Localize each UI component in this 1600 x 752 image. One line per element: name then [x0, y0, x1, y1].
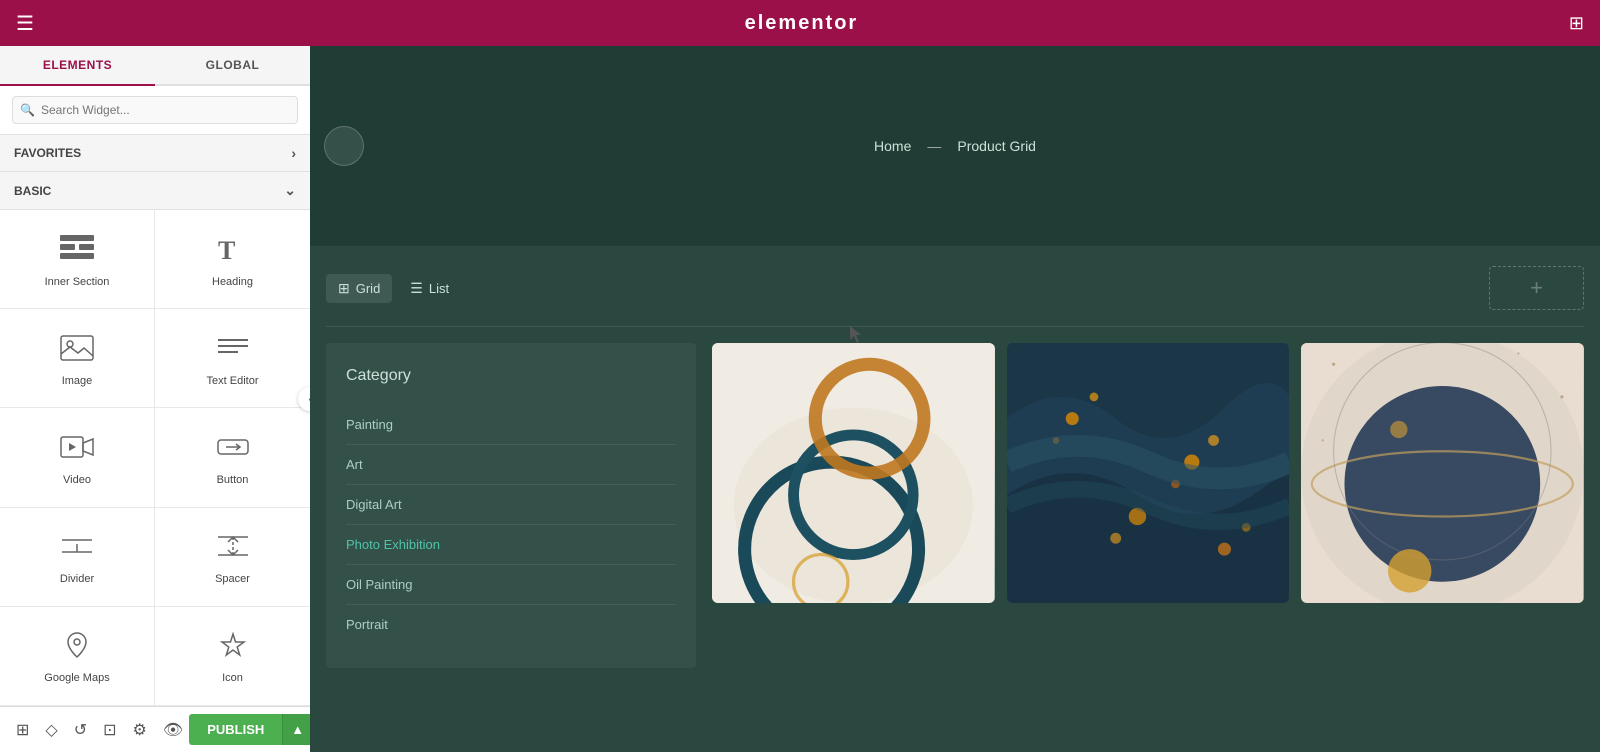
preview-icon[interactable]: 👁 — [157, 716, 189, 744]
widget-spacer-label: Spacer — [215, 573, 250, 585]
widget-image-label: Image — [62, 375, 93, 387]
svg-text:T: T — [218, 236, 235, 263]
widget-icon[interactable]: Icon — [155, 607, 310, 706]
widget-heading-label: Heading — [212, 276, 253, 288]
image-icon — [60, 334, 94, 367]
styles-icon[interactable]: ◇ — [39, 716, 63, 744]
basic-label: BASIC — [14, 184, 51, 198]
widget-google-maps-label: Google Maps — [44, 672, 109, 684]
breadcrumb-separator: — — [927, 138, 941, 154]
filter-add-icon: + — [1530, 275, 1543, 301]
category-item-oil-painting[interactable]: Oil Painting — [346, 565, 676, 605]
search-input[interactable] — [12, 96, 298, 124]
logo: elementor — [745, 12, 859, 35]
top-bar: ☰ elementor ⊞ — [0, 0, 1600, 46]
grid-view-button[interactable]: ⊞ Grid — [326, 274, 392, 303]
filter-placeholder[interactable]: + — [1489, 266, 1584, 310]
widget-google-maps[interactable]: Google Maps — [0, 607, 155, 706]
category-title: Category — [346, 367, 676, 385]
history-icon[interactable]: ↺ — [68, 716, 93, 744]
search-wrapper: 🔍 — [12, 96, 298, 124]
product-grid — [712, 343, 1584, 603]
widget-inner-section[interactable]: Inner Section — [0, 210, 155, 309]
grid-view-label: Grid — [356, 281, 381, 296]
widget-button[interactable]: Button — [155, 408, 310, 507]
view-controls: ⊞ Grid ☰ List + — [326, 266, 1584, 310]
search-icon: 🔍 — [20, 103, 35, 117]
settings-icon[interactable]: ⚙ — [127, 716, 153, 744]
favorites-label: FAVORITES — [14, 146, 81, 160]
product-card-3[interactable] — [1301, 343, 1584, 603]
text-editor-icon — [216, 334, 250, 367]
list-view-label: List — [429, 281, 449, 296]
video-icon — [60, 433, 94, 466]
sidebar-tabs: ELEMENTS GLOBAL — [0, 46, 310, 86]
widget-grid: Inner Section T Heading — [0, 210, 310, 706]
tab-global[interactable]: GLOBAL — [155, 46, 310, 84]
google-maps-icon — [60, 631, 94, 664]
grid-icon[interactable]: ⊞ — [1569, 13, 1584, 34]
inner-section-icon — [60, 235, 94, 268]
widget-text-editor-label: Text Editor — [207, 375, 259, 387]
widget-heading[interactable]: T Heading — [155, 210, 310, 309]
responsive-icon[interactable]: ⊡ — [97, 716, 122, 744]
widget-video[interactable]: Video — [0, 408, 155, 507]
publish-dropdown-button[interactable]: ▲ — [282, 714, 310, 745]
spacer-icon — [216, 532, 250, 565]
product-card-2[interactable] — [1007, 343, 1290, 603]
list-view-icon: ☰ — [410, 280, 423, 297]
widget-divider-label: Divider — [60, 573, 94, 585]
publish-button[interactable]: PUBLISH — [189, 714, 282, 745]
avatar — [324, 126, 364, 166]
layers-icon[interactable]: ⊞ — [10, 716, 35, 744]
canvas: Home — Product Grid ⊞ Grid ☰ List — [310, 46, 1600, 752]
heading-icon: T — [216, 235, 250, 268]
category-item-painting[interactable]: Painting — [346, 405, 676, 445]
category-item-digital-art[interactable]: Digital Art — [346, 485, 676, 525]
publish-btn-group: PUBLISH ▲ — [189, 714, 310, 745]
breadcrumb: Home — Product Grid — [874, 138, 1036, 154]
category-products: Category Painting Art Digital Art Photo … — [326, 343, 1584, 668]
separator — [326, 326, 1584, 327]
breadcrumb-current: Product Grid — [957, 138, 1036, 154]
category-item-portrait[interactable]: Portrait — [346, 605, 676, 644]
bottom-toolbar: ⊞ ◇ ↺ ⊡ ⚙ 👁 PUBLISH ▲ — [0, 706, 310, 752]
search-bar: 🔍 — [0, 86, 310, 135]
basic-section-header[interactable]: BASIC ⌄ — [0, 172, 310, 210]
grid-view-icon: ⊞ — [338, 280, 350, 297]
main-layout: ELEMENTS GLOBAL 🔍 FAVORITES › BASIC ⌄ — [0, 46, 1600, 752]
widget-inner-section-label: Inner Section — [45, 276, 110, 288]
view-toggle: ⊞ Grid ☰ List — [326, 274, 461, 303]
widget-spacer[interactable]: Spacer — [155, 508, 310, 607]
category-panel: Category Painting Art Digital Art Photo … — [326, 343, 696, 668]
hamburger-icon[interactable]: ☰ — [16, 11, 34, 36]
widget-icon-label: Icon — [222, 672, 243, 684]
tab-elements[interactable]: ELEMENTS — [0, 46, 155, 86]
breadcrumb-home[interactable]: Home — [874, 138, 911, 154]
canvas-header: Home — Product Grid — [310, 46, 1600, 246]
basic-chevron-icon: ⌄ — [284, 182, 296, 199]
product-card-1[interactable] — [712, 343, 995, 603]
bottom-tools-left: ⊞ ◇ ↺ ⊡ ⚙ 👁 — [10, 716, 189, 744]
sidebar: ELEMENTS GLOBAL 🔍 FAVORITES › BASIC ⌄ — [0, 46, 310, 752]
widget-image[interactable]: Image — [0, 309, 155, 408]
divider-icon — [60, 532, 94, 565]
canvas-content: ⊞ Grid ☰ List + Category — [310, 246, 1600, 752]
category-item-photo-exhibition[interactable]: Photo Exhibition — [346, 525, 676, 565]
favorites-section[interactable]: FAVORITES › — [0, 135, 310, 172]
category-item-art[interactable]: Art — [346, 445, 676, 485]
list-view-button[interactable]: ☰ List — [398, 274, 461, 303]
widget-button-label: Button — [217, 474, 249, 486]
widget-text-editor[interactable]: Text Editor — [155, 309, 310, 408]
icon-widget-icon — [216, 631, 250, 664]
button-icon — [216, 433, 250, 466]
favorites-chevron-icon: › — [291, 145, 296, 161]
widget-divider[interactable]: Divider — [0, 508, 155, 607]
widget-video-label: Video — [63, 474, 91, 486]
